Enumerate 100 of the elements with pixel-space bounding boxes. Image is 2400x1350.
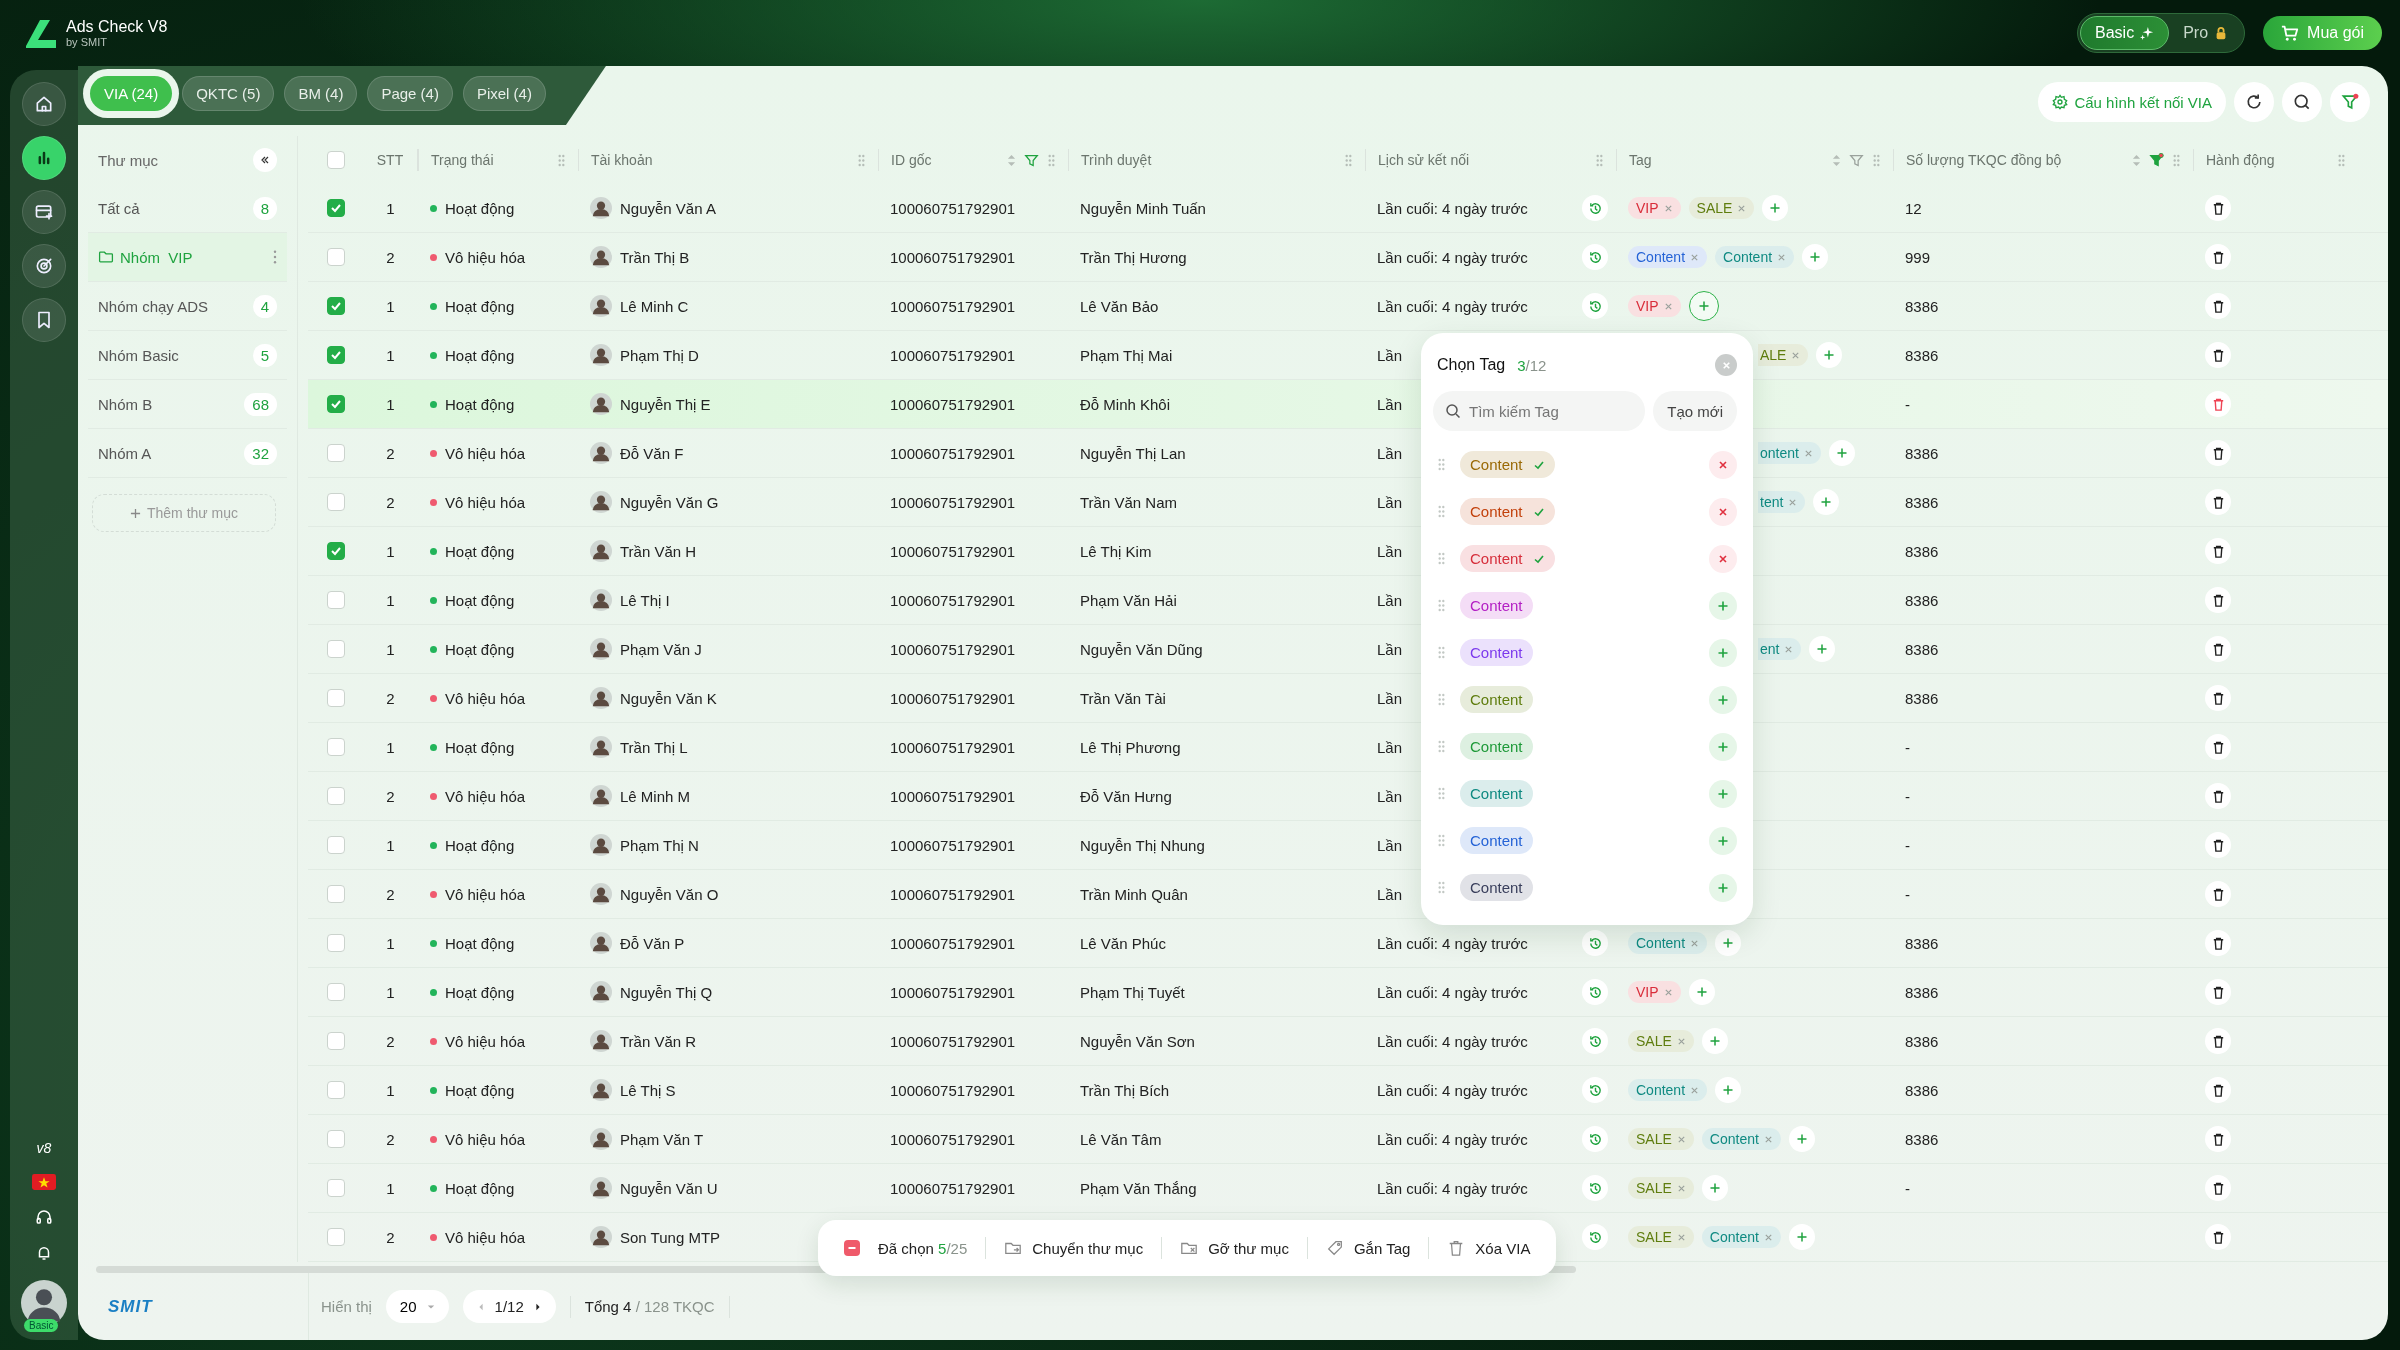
search-field[interactable]: Tìm kiếm Tag: [1433, 391, 1646, 431]
tag-chip[interactable]: Content: [1460, 639, 1533, 666]
table-row[interactable]: 1 Hoạt động Nguyễn Văn A 100060751792901 Nguyễn Minh Tuấn Lần cuối: 4 ngày trước VIP SALE 12: [308, 184, 2388, 233]
folder-item[interactable]: Nhóm chạy ADS 4: [88, 282, 287, 331]
delete-button[interactable]: [2205, 832, 2231, 858]
bulk-action-button[interactable]: Gỡ thư mục: [1180, 1239, 1289, 1257]
remove-icon[interactable]: [1690, 938, 1700, 948]
history-button[interactable]: [1582, 1224, 1608, 1250]
history-button[interactable]: [1582, 1028, 1608, 1054]
tab[interactable]: BM (4): [284, 76, 358, 111]
select-all-checkbox[interactable]: [326, 151, 345, 169]
table-row[interactable]: 2 Vô hiệu hóa Phạm Văn T 100060751792901 Lê Văn Tâm Lần cuối: 4 ngày trước SALE Content 8386: [308, 1115, 2388, 1164]
row-checkbox[interactable]: [326, 689, 345, 707]
drag-handle-icon[interactable]: [1437, 552, 1446, 565]
table-row[interactable]: 1 Hoạt động Lê Minh C 100060751792901 Lê Văn Bảo Lần cuối: 4 ngày trước VIP 8386: [308, 282, 2388, 331]
drag-handle-icon[interactable]: [1437, 740, 1446, 753]
add-tag-button[interactable]: [1701, 1028, 1728, 1054]
delete-button[interactable]: [2205, 489, 2231, 515]
row-checkbox[interactable]: [326, 1081, 345, 1099]
remove-icon[interactable]: [1803, 448, 1813, 458]
add-tag-button[interactable]: [1788, 1224, 1815, 1250]
filter-icon[interactable]: [1024, 152, 1039, 168]
folder-item[interactable]: Nhóm B 68: [88, 380, 287, 429]
drag-handle-icon[interactable]: [1437, 834, 1446, 847]
history-button[interactable]: [1582, 244, 1608, 270]
sort-icon[interactable]: [2132, 153, 2141, 167]
row-checkbox[interactable]: [326, 542, 345, 560]
delete-button[interactable]: [2205, 1224, 2231, 1250]
row-checkbox[interactable]: [326, 346, 345, 364]
folder-item[interactable]: Nhóm Basic 5: [88, 331, 287, 380]
plan-option[interactable]: Pro: [2169, 16, 2243, 50]
delete-button[interactable]: [2205, 538, 2231, 564]
tag-chip[interactable]: Content: [1460, 592, 1533, 619]
tab[interactable]: QKTC (5): [182, 76, 275, 111]
row-checkbox[interactable]: [326, 836, 345, 854]
delete-button[interactable]: [2205, 195, 2231, 221]
add-tag-button[interactable]: [1701, 1175, 1728, 1201]
history-button[interactable]: [1582, 1077, 1608, 1103]
history-button[interactable]: [1582, 1126, 1608, 1152]
delete-button[interactable]: [2205, 636, 2231, 662]
drag-handle-icon[interactable]: [1437, 505, 1446, 518]
filter-icon[interactable]: [1849, 152, 1864, 168]
create-button[interactable]: Tạo mới: [1653, 391, 1737, 431]
remove-icon[interactable]: [1737, 203, 1747, 213]
card-nav-button[interactable]: [22, 190, 66, 234]
plan-option[interactable]: Basic: [2080, 16, 2170, 50]
row-checkbox[interactable]: [326, 591, 345, 609]
row-checkbox[interactable]: [326, 297, 345, 315]
remove-icon[interactable]: [1663, 301, 1673, 311]
tag-chip[interactable]: Content: [1460, 686, 1533, 713]
tag-chip[interactable]: Content: [1460, 545, 1555, 572]
delete-button[interactable]: [2205, 881, 2231, 907]
remove-icon[interactable]: [1676, 1036, 1686, 1046]
add-tag-button[interactable]: [1709, 685, 1737, 714]
sort-icon[interactable]: [1832, 153, 1841, 167]
drag-handle-icon[interactable]: [1344, 153, 1353, 167]
deselect-icon[interactable]: [844, 1240, 860, 1256]
table-row[interactable]: 2 Vô hiệu hóa Trần Văn R 100060751792901 Nguyễn Văn Sơn Lần cuối: 4 ngày trước SALE 8386: [308, 1017, 2388, 1066]
drag-handle-icon[interactable]: [1047, 153, 1056, 167]
drag-handle-icon[interactable]: [2172, 153, 2181, 167]
drag-handle-icon[interactable]: [2337, 153, 2346, 167]
history-button[interactable]: [1582, 979, 1608, 1005]
stats-nav-button[interactable]: [22, 136, 66, 180]
drag-handle-icon[interactable]: [857, 153, 866, 167]
tag-chip[interactable]: Content: [1460, 827, 1533, 854]
add-tag-button[interactable]: [1715, 930, 1742, 956]
tag-chip[interactable]: Content: [1460, 874, 1533, 901]
sort-icon[interactable]: [1007, 153, 1016, 167]
tag-chip[interactable]: Content: [1460, 451, 1555, 478]
tag-chip[interactable]: Content: [1460, 780, 1533, 807]
refresh-button[interactable]: [2234, 82, 2274, 122]
bulk-action-button[interactable]: Chuyển thư mục: [1004, 1239, 1144, 1257]
row-checkbox[interactable]: [326, 885, 345, 903]
add-tag-button[interactable]: [1828, 440, 1855, 466]
remove-icon[interactable]: [1777, 252, 1787, 262]
remove-icon[interactable]: [1676, 1134, 1686, 1144]
add-tag-button[interactable]: [1715, 1077, 1742, 1103]
drag-handle-icon[interactable]: [1437, 458, 1446, 471]
filter-icon[interactable]: [2149, 152, 2164, 168]
drag-handle-icon[interactable]: [557, 153, 566, 167]
add-tag-button[interactable]: [1809, 636, 1836, 662]
add-tag-button[interactable]: [1802, 244, 1829, 270]
tab[interactable]: Page (4): [367, 76, 453, 111]
row-checkbox[interactable]: [326, 640, 345, 658]
target-nav-button[interactable]: [22, 244, 66, 288]
row-checkbox[interactable]: [326, 1179, 345, 1197]
close-button[interactable]: [1715, 354, 1737, 376]
row-checkbox[interactable]: [326, 1130, 345, 1148]
history-button[interactable]: [1582, 195, 1608, 221]
home-nav-button[interactable]: [22, 82, 66, 126]
remove-icon[interactable]: [1676, 1232, 1686, 1242]
delete-button[interactable]: [2205, 734, 2231, 760]
remove-tag-button[interactable]: [1709, 497, 1737, 526]
row-checkbox[interactable]: [326, 787, 345, 805]
add-tag-button[interactable]: [1788, 1126, 1815, 1152]
add-tag-button[interactable]: [1813, 489, 1840, 515]
delete-button[interactable]: [2205, 783, 2231, 809]
tag-chip[interactable]: Content: [1460, 498, 1555, 525]
add-tag-button[interactable]: [1709, 873, 1737, 902]
history-button[interactable]: [1582, 930, 1608, 956]
